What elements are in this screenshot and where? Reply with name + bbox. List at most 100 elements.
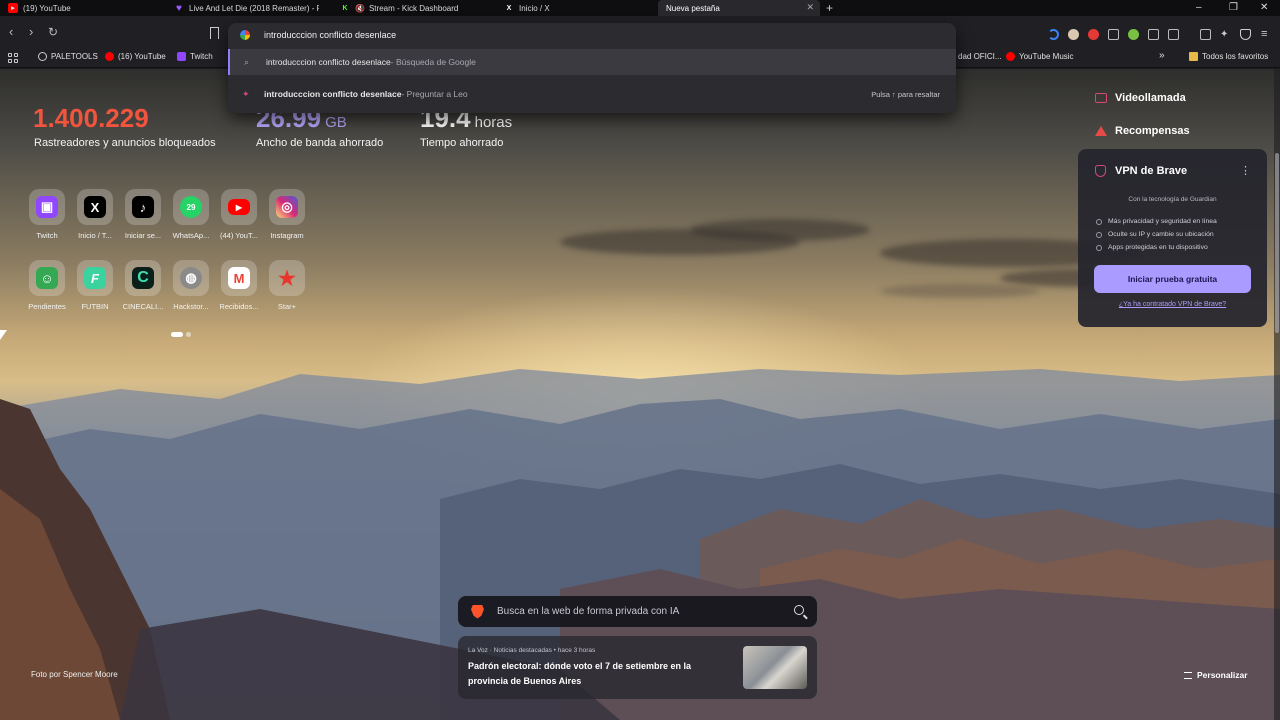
shortcut-label: Iniciar se... bbox=[124, 231, 162, 240]
back-button[interactable]: ‹ bbox=[9, 24, 13, 39]
vpn-feature: Más privacidad y seguridad en línea bbox=[1096, 218, 1217, 225]
check-circle-icon bbox=[1096, 231, 1102, 238]
bookmark-label: PALETOOLS bbox=[51, 52, 98, 61]
reload-button[interactable]: ↻ bbox=[48, 25, 58, 39]
customize-button[interactable]: Personalizar bbox=[1184, 670, 1248, 680]
extensions-puzzle-icon[interactable] bbox=[1148, 29, 1159, 40]
bookmark-page-icon[interactable] bbox=[210, 27, 219, 39]
wallet-icon[interactable] bbox=[1200, 29, 1211, 40]
play-extension-icon[interactable] bbox=[1128, 29, 1139, 40]
news-thumbnail bbox=[743, 646, 807, 689]
x-icon: X bbox=[506, 4, 512, 12]
shortcut-tile: ☺ bbox=[29, 260, 65, 296]
shortcut-tile: ▣ bbox=[29, 189, 65, 225]
news-meta: La Voz · Noticias destacadas • hace 3 ho… bbox=[468, 647, 596, 654]
bookmark-twitch[interactable]: Twitch bbox=[177, 52, 213, 61]
shortcut-cinecalidad[interactable]: C CINECALI... bbox=[120, 260, 166, 311]
video-call-widget[interactable]: Videollamada bbox=[1095, 92, 1186, 104]
shortcuts-pager bbox=[171, 332, 191, 337]
apps-grid-icon[interactable] bbox=[8, 53, 18, 63]
omnibox-dropdown: introducccion conflicto desenlace ⌕ intr… bbox=[228, 23, 956, 113]
vpn-shield-icon[interactable] bbox=[1240, 29, 1251, 40]
shortcut-gmail[interactable]: M Recibidos... bbox=[216, 260, 262, 311]
address-bar-input[interactable]: introducccion conflicto desenlace bbox=[228, 23, 956, 47]
vpn-feature-text: Apps protegidas en tu dispositivo bbox=[1108, 244, 1208, 251]
tab-new-tab[interactable]: Nueva pestaña ✕ bbox=[658, 0, 820, 16]
shortcut-youtube[interactable]: ▶ (44) YouT... bbox=[216, 189, 262, 240]
pager-dot-active[interactable] bbox=[171, 332, 183, 337]
shortcut-tile: ▶ bbox=[221, 189, 257, 225]
restore-button[interactable]: ❐ bbox=[1229, 0, 1238, 16]
new-tab-button[interactable]: + bbox=[826, 0, 833, 16]
private-ai-search-box[interactable]: Busca en la web de forma privada con IA bbox=[458, 596, 817, 627]
news-headline[interactable]: Padrón electoral: dónde voto el 7 de set… bbox=[468, 659, 728, 689]
close-window-button[interactable]: ✕ bbox=[1260, 0, 1268, 16]
pager-dot[interactable] bbox=[186, 332, 191, 337]
minimize-button[interactable]: – bbox=[1196, 0, 1202, 16]
vpn-card: VPN de Brave ⋮ Con la tecnología de Guar… bbox=[1078, 149, 1267, 327]
instagram-icon: ◎ bbox=[276, 196, 298, 218]
rewards-widget[interactable]: Recompensas bbox=[1095, 125, 1190, 137]
tab-title: Stream - Kick Dashboard bbox=[368, 3, 459, 13]
screenshot-extension-icon[interactable] bbox=[1168, 29, 1179, 40]
already-subscribed-link[interactable]: ¿Ya ha contratado VPN de Brave? bbox=[1078, 301, 1267, 308]
shortcut-tiktok[interactable]: ♪ Iniciar se... bbox=[120, 189, 166, 240]
address-bar-text[interactable]: introducccion conflicto desenlace bbox=[264, 30, 396, 40]
leo-ai-icon[interactable]: ✦ bbox=[1220, 29, 1231, 40]
photo-credit: Foto por Spencer Moore bbox=[31, 670, 118, 679]
shortcut-tile: ◎ bbox=[269, 189, 305, 225]
shortcut-label: Star+ bbox=[277, 302, 297, 311]
whatsapp-icon: 29 bbox=[180, 196, 202, 218]
shortcut-twitch[interactable]: ▣ Twitch bbox=[24, 189, 70, 240]
tab-live-and-let-die[interactable]: ♥ Live And Let Die (2018 Remaster) - Pa bbox=[166, 0, 330, 16]
shortcut-star-plus[interactable]: ★ Star+ bbox=[264, 260, 310, 311]
suggestion-suffix: - Preguntar a Leo bbox=[401, 89, 468, 99]
shortcut-pendientes[interactable]: ☺ Pendientes bbox=[24, 260, 70, 311]
bookmark-youtube-music[interactable]: YouTube Music bbox=[1006, 52, 1074, 61]
close-tab-icon[interactable]: ✕ bbox=[806, 2, 814, 13]
check-circle-icon bbox=[1096, 244, 1102, 251]
bookmark-youtube[interactable]: (16) YouTube bbox=[105, 52, 166, 61]
shortcut-futbin[interactable]: F FUTBIN bbox=[72, 260, 118, 311]
suggestion-suffix: - Búsqueda de Google bbox=[390, 57, 476, 67]
tab-youtube[interactable]: ▸ (19) YouTube bbox=[0, 0, 164, 16]
reader-extension-icon[interactable] bbox=[1108, 29, 1119, 40]
shortcut-x[interactable]: X Inicio / T... bbox=[72, 189, 118, 240]
news-card[interactable]: La Voz · Noticias destacadas • hace 3 ho… bbox=[458, 636, 817, 699]
forward-button[interactable]: › bbox=[29, 24, 33, 39]
vpn-menu-icon[interactable]: ⋮ bbox=[1240, 164, 1251, 177]
tab-title: (19) YouTube bbox=[23, 3, 71, 13]
shortcut-label: Inicio / T... bbox=[78, 231, 112, 240]
start-free-trial-button[interactable]: Iniciar prueba gratuita bbox=[1094, 265, 1251, 293]
shortcut-label: Hackstor... bbox=[173, 302, 209, 311]
bookmark-all-favorites[interactable]: Todos los favoritos bbox=[1189, 52, 1268, 61]
shortcut-instagram[interactable]: ◎ Instagram bbox=[264, 189, 310, 240]
suggestion-ask-leo[interactable]: ✦ introducccion conflicto desenlace - Pr… bbox=[228, 81, 956, 107]
brave-shields-audio-icon[interactable] bbox=[1048, 29, 1059, 40]
scrollbar-thumb[interactable] bbox=[1275, 153, 1279, 333]
shortcut-label: Pendientes bbox=[28, 302, 66, 311]
suggestion-google-search[interactable]: ⌕ introducccion conflicto desenlace - Bú… bbox=[228, 49, 956, 75]
profile-extension-icon[interactable] bbox=[1068, 29, 1079, 40]
youtube-extension-icon[interactable] bbox=[1088, 29, 1099, 40]
tab-kick-dashboard[interactable]: K 🔇 Stream - Kick Dashboard bbox=[332, 0, 494, 16]
shortcut-whatsapp[interactable]: 29 WhatsAp... bbox=[168, 189, 214, 240]
twitch-icon: ▣ bbox=[36, 196, 58, 218]
vpn-feature: Oculte su IP y cambie su ubicación bbox=[1096, 231, 1214, 238]
vpn-feature: Apps protegidas en tu dispositivo bbox=[1096, 244, 1208, 251]
page-scrollbar[interactable] bbox=[1274, 69, 1280, 720]
bookmark-label: Todos los favoritos bbox=[1202, 52, 1269, 61]
shortcut-tile: ★ bbox=[269, 260, 305, 296]
tab-x-home[interactable]: X Inicio / X bbox=[496, 0, 656, 16]
search-icon[interactable] bbox=[794, 605, 804, 615]
rewards-triangle-icon bbox=[1095, 126, 1107, 136]
shortcut-hackstore[interactable]: ◍ Hackstor... bbox=[168, 260, 214, 311]
muted-audio-icon[interactable]: 🔇 bbox=[355, 4, 365, 13]
bookmarks-overflow-button[interactable]: » bbox=[1159, 50, 1165, 61]
tab-title: Live And Let Die (2018 Remaster) - Pa bbox=[189, 3, 319, 13]
twitch-icon bbox=[177, 52, 186, 61]
youtube-icon: ▸ bbox=[8, 3, 18, 13]
bookmark-paletools[interactable]: PALETOOLS bbox=[38, 52, 98, 61]
main-menu-icon[interactable]: ≡ bbox=[1261, 29, 1272, 40]
bookmark-oficial[interactable]: dad OFICI... bbox=[958, 52, 1002, 61]
